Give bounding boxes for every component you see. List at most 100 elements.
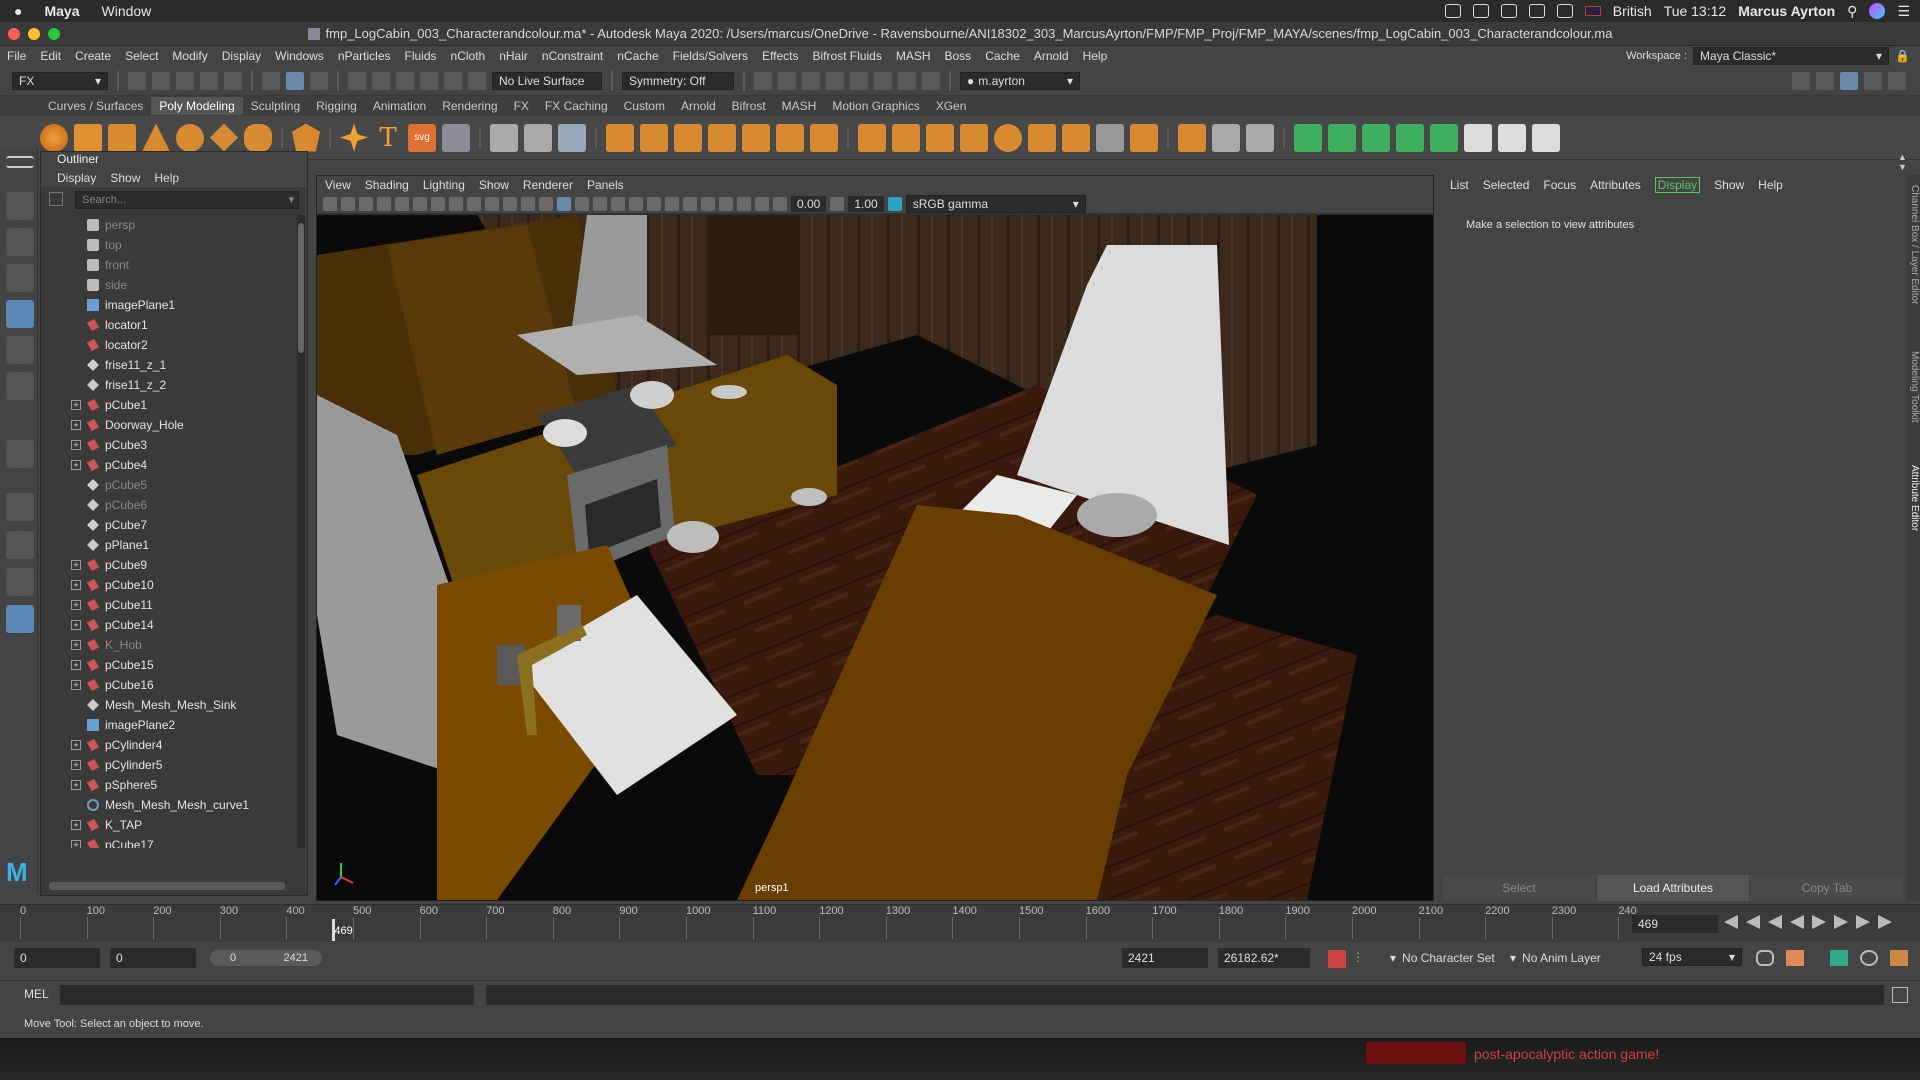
shadows-icon[interactable]: [629, 196, 643, 211]
sound-icon[interactable]: [1830, 950, 1848, 966]
delete-history-icon[interactable]: [1328, 123, 1356, 152]
user-name[interactable]: Marcus Ayrton: [1738, 3, 1835, 19]
step-back-frame-icon[interactable]: [1768, 915, 1782, 929]
last-tool-icon[interactable]: [6, 440, 34, 468]
expand-icon[interactable]: +: [71, 760, 81, 770]
input-language[interactable]: British: [1613, 3, 1652, 19]
lasso-tool-icon[interactable]: [6, 228, 34, 256]
reduce-icon[interactable]: [776, 123, 804, 152]
anti-aliasing-icon[interactable]: [683, 196, 697, 211]
snap-curve-icon[interactable]: [372, 71, 390, 90]
menu-mash[interactable]: MASH: [889, 49, 938, 63]
snap-together-icon[interactable]: [1464, 123, 1492, 152]
poly-cylinder-icon[interactable]: [108, 123, 136, 152]
copy-tab-button[interactable]: Copy Tab: [1751, 875, 1903, 901]
smooth-icon[interactable]: [558, 123, 586, 152]
select-tool-icon[interactable]: [6, 192, 34, 220]
outliner-menu-display[interactable]: Display: [57, 171, 96, 185]
outliner-item[interactable]: + pCube9: [41, 555, 291, 575]
arnold-ipr-icon[interactable]: [898, 71, 916, 90]
reverse-normals-icon[interactable]: [1430, 123, 1458, 152]
anim-prefs-icon[interactable]: ⋮: [1352, 950, 1366, 968]
soccer-ball-icon[interactable]: [994, 123, 1022, 152]
play-forwards-icon[interactable]: [1812, 915, 1826, 929]
attribute-menu-attributes[interactable]: Attributes: [1590, 178, 1641, 192]
outliner-item[interactable]: + pCube4: [41, 455, 291, 475]
outliner-item[interactable]: front: [41, 255, 291, 275]
expand-icon[interactable]: +: [71, 840, 81, 848]
menu-nconstraint[interactable]: nConstraint: [535, 49, 610, 63]
outliner-item[interactable]: side: [41, 275, 291, 295]
step-back-key-icon[interactable]: [1746, 915, 1760, 929]
outliner-item[interactable]: pCube5: [41, 475, 291, 495]
snap-surface-icon[interactable]: [444, 71, 462, 90]
load-attributes-button[interactable]: Load Attributes: [1597, 875, 1749, 901]
command-language-label[interactable]: MEL: [24, 987, 49, 1001]
separate-icon[interactable]: [524, 123, 552, 152]
use-lights-icon[interactable]: [611, 196, 625, 211]
outliner-item[interactable]: + pCylinder5: [41, 755, 291, 775]
current-frame-field[interactable]: 469: [1632, 915, 1718, 933]
outliner-item[interactable]: + pCube16: [41, 675, 291, 695]
outliner-item[interactable]: + pCube11: [41, 595, 291, 615]
outliner-item[interactable]: pCube6: [41, 495, 291, 515]
go-to-start-icon[interactable]: [1724, 915, 1738, 929]
outliner-item[interactable]: pPlane1: [41, 535, 291, 555]
outliner-item[interactable]: pCube7: [41, 515, 291, 535]
workspace-dropdown[interactable]: Maya Classic* ▾: [1693, 47, 1890, 65]
shelf-tab-rendering[interactable]: Rendering: [434, 97, 505, 115]
zoom-window-button[interactable]: [48, 28, 60, 40]
outliner-menu-help[interactable]: Help: [154, 171, 179, 185]
type-icon[interactable]: T: [374, 124, 402, 152]
outliner-menu-show[interactable]: Show: [110, 171, 140, 185]
menu-help[interactable]: Help: [1076, 49, 1115, 63]
gate-mask-icon[interactable]: [485, 196, 499, 211]
loop-icon[interactable]: [1756, 950, 1774, 966]
bounding-box-icon[interactable]: [1096, 123, 1124, 152]
wifi-icon[interactable]: [1528, 4, 1545, 18]
outliner-item[interactable]: Mesh_Mesh_Mesh_Sink: [41, 695, 291, 715]
viewport-menu-shading[interactable]: Shading: [365, 178, 409, 192]
modeling-toolkit-toggle-icon[interactable]: [1792, 71, 1810, 90]
multi-cut-icon[interactable]: [892, 123, 920, 152]
render-frame-icon[interactable]: [778, 71, 796, 90]
2d-pan-zoom-icon[interactable]: [395, 196, 409, 211]
anim-preferences-icon[interactable]: [1890, 950, 1908, 966]
expand-icon[interactable]: +: [71, 600, 81, 610]
quad-draw-icon[interactable]: [960, 123, 988, 152]
ipr-render-icon[interactable]: [802, 71, 820, 90]
expand-icon[interactable]: +: [71, 640, 81, 650]
node-editor-icon[interactable]: [1498, 123, 1526, 152]
outliner-item[interactable]: persp: [41, 215, 291, 235]
mirror-icon[interactable]: [742, 123, 770, 152]
shelf-tab-mash[interactable]: MASH: [774, 97, 825, 115]
filter-icon[interactable]: [49, 192, 63, 206]
outliner-item[interactable]: frise11_z_2: [41, 375, 291, 395]
camera-attributes-icon[interactable]: [341, 196, 355, 211]
step-forward-frame-icon[interactable]: [1834, 915, 1848, 929]
tab-channel-box[interactable]: Channel Box / Layer Editor: [1906, 185, 1920, 305]
open-scene-icon[interactable]: [152, 71, 170, 90]
mac-app-menu[interactable]: Maya: [44, 3, 79, 19]
align-icon[interactable]: [1396, 123, 1424, 152]
viewport-menu-show[interactable]: Show: [479, 178, 509, 192]
viewport-menu-renderer[interactable]: Renderer: [523, 178, 573, 192]
extrude-icon[interactable]: [640, 123, 668, 152]
redo-icon[interactable]: [224, 71, 242, 90]
cache-playback-icon[interactable]: [1786, 950, 1804, 966]
menu-fluids[interactable]: Fluids: [398, 49, 444, 63]
xray-icon[interactable]: [719, 196, 733, 211]
isolate-select-icon[interactable]: [701, 196, 715, 211]
center-pivot-icon[interactable]: [1130, 123, 1158, 152]
live-surface-field[interactable]: No Live Surface: [492, 71, 602, 90]
menu-nhair[interactable]: nHair: [492, 49, 535, 63]
menu-ncloth[interactable]: nCloth: [444, 49, 493, 63]
menu-fields-solvers[interactable]: Fields/Solvers: [666, 49, 755, 63]
siri-icon[interactable]: [1869, 3, 1886, 19]
outliner-item[interactable]: top: [41, 235, 291, 255]
shelf-tab-sculpting[interactable]: Sculpting: [243, 97, 308, 115]
select-hierarchy-icon[interactable]: [262, 71, 280, 90]
center-object-icon[interactable]: [1362, 123, 1390, 152]
viewport-menu-view[interactable]: View: [325, 178, 351, 192]
menu-arnold[interactable]: Arnold: [1027, 49, 1076, 63]
